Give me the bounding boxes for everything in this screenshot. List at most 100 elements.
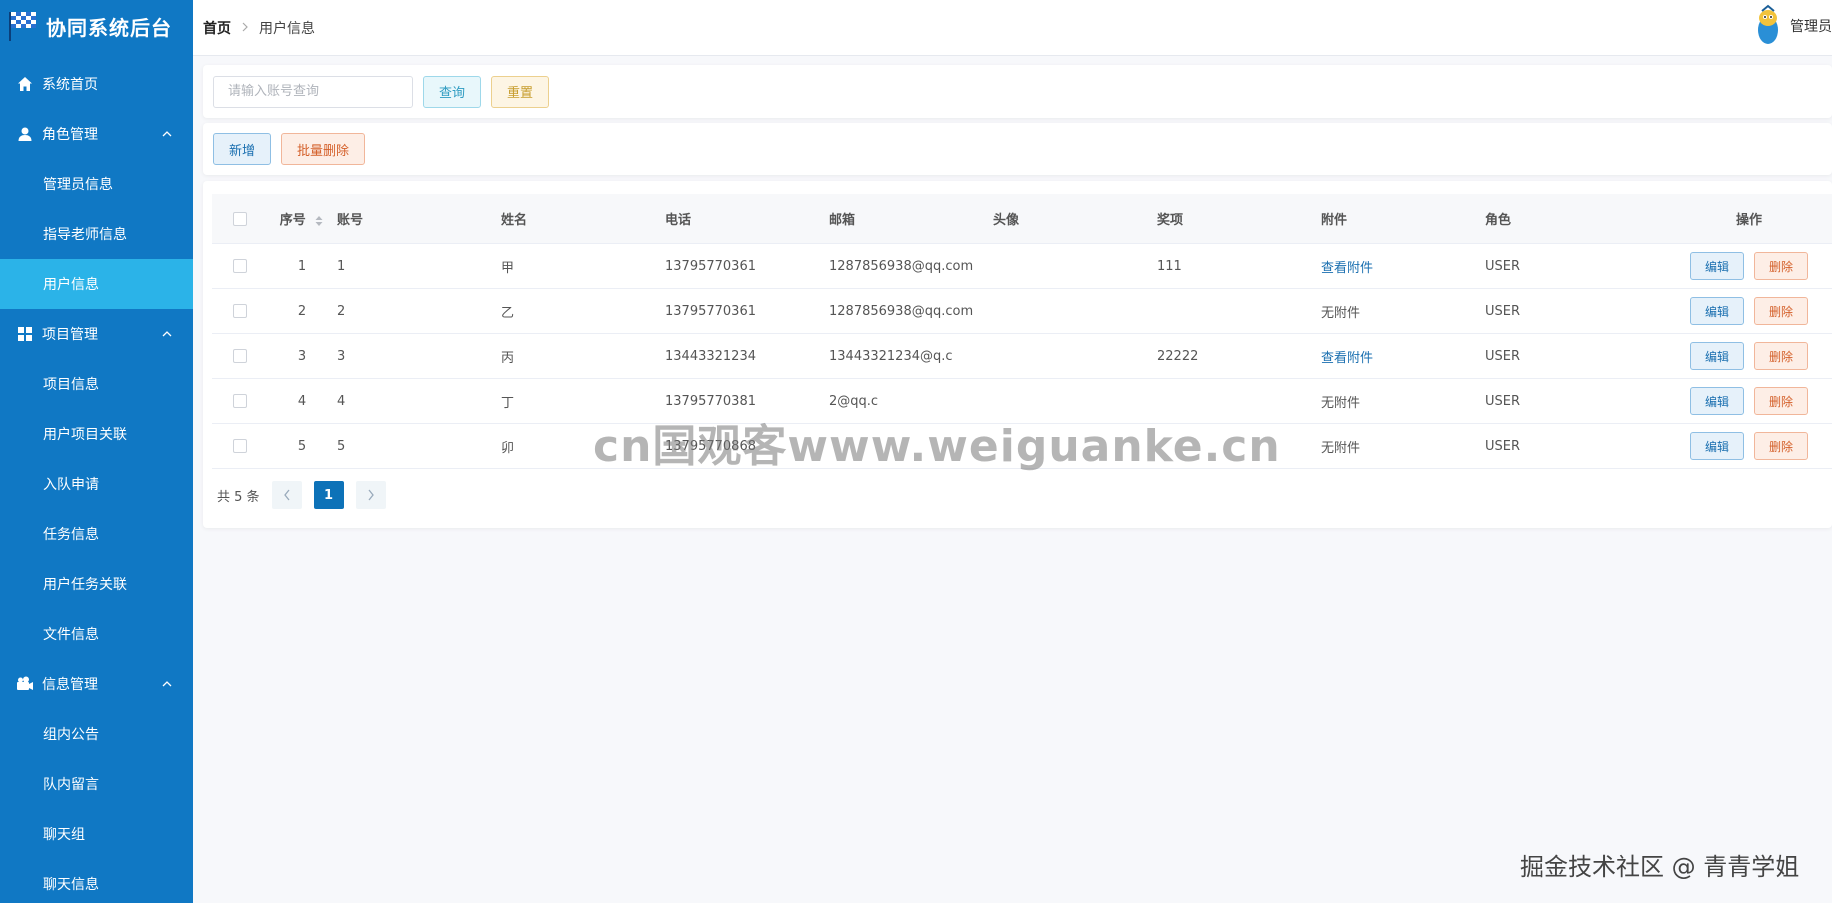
table-header: 序号 账号 姓名 电话 邮箱 头像 奖项 附件 角色 操作 <box>212 194 1832 244</box>
edit-button[interactable]: 编辑 <box>1689 252 1744 280</box>
sidebar-item-admin-info[interactable]: 管理员信息 <box>0 159 193 209</box>
table-row: 3 3 丙 13443321234 13443321234@q.c 22222 … <box>212 334 1832 379</box>
home-icon <box>16 75 34 93</box>
edit-button[interactable]: 编辑 <box>1689 297 1744 325</box>
header: 首页 用户信息 管理员 <box>193 0 1832 56</box>
column-header-name: 姓名 <box>501 213 528 228</box>
menu-item-home[interactable]: 系统首页 <box>0 59 193 109</box>
sidebar-item-user-info[interactable]: 用户信息 <box>0 259 193 309</box>
select-all-checkbox[interactable] <box>212 211 267 226</box>
cell-name: 乙 <box>501 305 515 321</box>
delete-button[interactable]: 删除 <box>1754 387 1809 415</box>
breadcrumb: 首页 用户信息 <box>193 18 315 38</box>
sidebar-item-chat-group[interactable]: 聊天组 <box>0 809 193 859</box>
cell-award: 22222 <box>1157 348 1199 364</box>
brand[interactable]: 协同系统后台 <box>0 0 193 52</box>
table-row: 1 1 甲 13795770361 1287856938@qq.com 111 … <box>212 244 1832 289</box>
chevron-up-icon <box>161 128 173 140</box>
delete-button[interactable]: 删除 <box>1754 342 1809 370</box>
sidebar-item-file-info[interactable]: 文件信息 <box>0 609 193 659</box>
add-button[interactable]: 新增 <box>213 133 272 165</box>
column-header-role: 角色 <box>1485 213 1512 228</box>
cell-email: 13443321234@q.c <box>829 348 953 364</box>
avatar <box>1752 4 1784 48</box>
menu-item-label: 系统首页 <box>42 77 98 93</box>
cell-role: USER <box>1485 348 1521 364</box>
batch-delete-button[interactable]: 批量删除 <box>281 133 366 165</box>
row-checkbox[interactable] <box>212 394 267 408</box>
pagination: 共 5 条 1 <box>217 481 386 509</box>
row-checkbox[interactable] <box>212 304 267 318</box>
cell-attachment: 无附件 <box>1321 440 1361 456</box>
sidebar-item-chat-info[interactable]: 聊天信息 <box>0 859 193 903</box>
cell-role: USER <box>1485 438 1521 454</box>
sidebar-item-join-request[interactable]: 入队申请 <box>0 459 193 509</box>
cell-account: 1 <box>337 258 346 274</box>
menu-item-project-management[interactable]: 项目管理 <box>0 309 193 359</box>
cell-account: 3 <box>337 348 346 364</box>
pagination-total: 共 5 条 <box>217 489 260 505</box>
column-header-attachment: 附件 <box>1321 213 1348 228</box>
footer-watermark: 掘金技术社区 @ 青青学姐 <box>1520 853 1800 881</box>
user-menu[interactable]: 管理员 <box>1752 0 1832 52</box>
row-actions: 编辑 删除 <box>1649 432 1832 460</box>
page-number[interactable]: 1 <box>313 481 344 509</box>
cell-name: 甲 <box>501 260 515 276</box>
edit-button[interactable]: 编辑 <box>1689 342 1744 370</box>
cell-seq: 4 <box>297 393 307 409</box>
column-header-email: 邮箱 <box>829 213 856 228</box>
menu-item-info-management[interactable]: 信息管理 <box>0 659 193 709</box>
column-header-seq[interactable]: 序号 <box>267 209 337 228</box>
view-attachment-link[interactable]: 查看附件 <box>1321 257 1485 276</box>
cell-seq: 3 <box>297 348 307 364</box>
cell-seq: 1 <box>297 258 307 274</box>
row-checkbox[interactable] <box>212 439 267 453</box>
column-header-phone: 电话 <box>665 213 692 228</box>
sidebar-item-teacher-info[interactable]: 指导老师信息 <box>0 209 193 259</box>
sidebar-item-project-info[interactable]: 项目信息 <box>0 359 193 409</box>
next-page-button[interactable] <box>355 481 386 509</box>
query-button[interactable]: 查询 <box>423 75 482 108</box>
search-input[interactable] <box>213 75 413 108</box>
column-header-award: 奖项 <box>1157 213 1184 228</box>
table-row: 2 2 乙 13795770361 1287856938@qq.com 无附件 … <box>212 289 1832 334</box>
table-card: 序号 账号 姓名 电话 邮箱 头像 奖项 附件 角色 操作 1 1 甲 1379… <box>203 181 1832 528</box>
delete-button[interactable]: 删除 <box>1754 297 1809 325</box>
sidebar-item-group-notice[interactable]: 组内公告 <box>0 709 193 759</box>
sort-icon[interactable] <box>314 214 324 228</box>
edit-button[interactable]: 编辑 <box>1689 387 1744 415</box>
cell-email: 1287856938@qq.com <box>829 258 974 274</box>
menu-item-label: 信息管理 <box>42 677 98 693</box>
cell-phone: 13795770361 <box>665 258 756 274</box>
view-attachment-link[interactable]: 查看附件 <box>1321 347 1485 366</box>
user-icon <box>16 125 34 143</box>
delete-button[interactable]: 删除 <box>1754 432 1809 460</box>
cell-phone: 13795770361 <box>665 303 756 319</box>
user-name: 管理员 <box>1790 19 1832 35</box>
cell-account: 2 <box>337 303 346 319</box>
edit-button[interactable]: 编辑 <box>1689 432 1744 460</box>
sidebar: 协同系统后台 系统首页 角色管理 管理员信息 指导老师信息 用户信息 项目管理 … <box>0 0 193 903</box>
breadcrumb-home[interactable]: 首页 <box>203 18 231 38</box>
toolbar: 新增 批量删除 <box>203 123 1832 175</box>
cell-role: USER <box>1485 258 1521 274</box>
cell-seq: 5 <box>297 438 307 454</box>
row-checkbox[interactable] <box>212 259 267 273</box>
row-checkbox[interactable] <box>212 349 267 363</box>
menu-item-label: 项目管理 <box>42 327 98 343</box>
cell-phone: 13443321234 <box>665 348 756 364</box>
cell-email: 2@qq.c <box>829 393 879 409</box>
chevron-right-icon <box>368 489 374 501</box>
column-header-account: 账号 <box>337 213 364 228</box>
sidebar-item-task-info[interactable]: 任务信息 <box>0 509 193 559</box>
menu-item-role-management[interactable]: 角色管理 <box>0 109 193 159</box>
reset-button[interactable]: 重置 <box>491 75 550 108</box>
breadcrumb-current: 用户信息 <box>259 20 315 37</box>
sidebar-item-user-project[interactable]: 用户项目关联 <box>0 409 193 459</box>
prev-page-button[interactable] <box>271 481 302 509</box>
row-actions: 编辑 删除 <box>1649 297 1832 325</box>
cell-attachment: 无附件 <box>1321 395 1361 411</box>
sidebar-item-user-task[interactable]: 用户任务关联 <box>0 559 193 609</box>
delete-button[interactable]: 删除 <box>1754 252 1809 280</box>
sidebar-item-team-message[interactable]: 队内留言 <box>0 759 193 809</box>
